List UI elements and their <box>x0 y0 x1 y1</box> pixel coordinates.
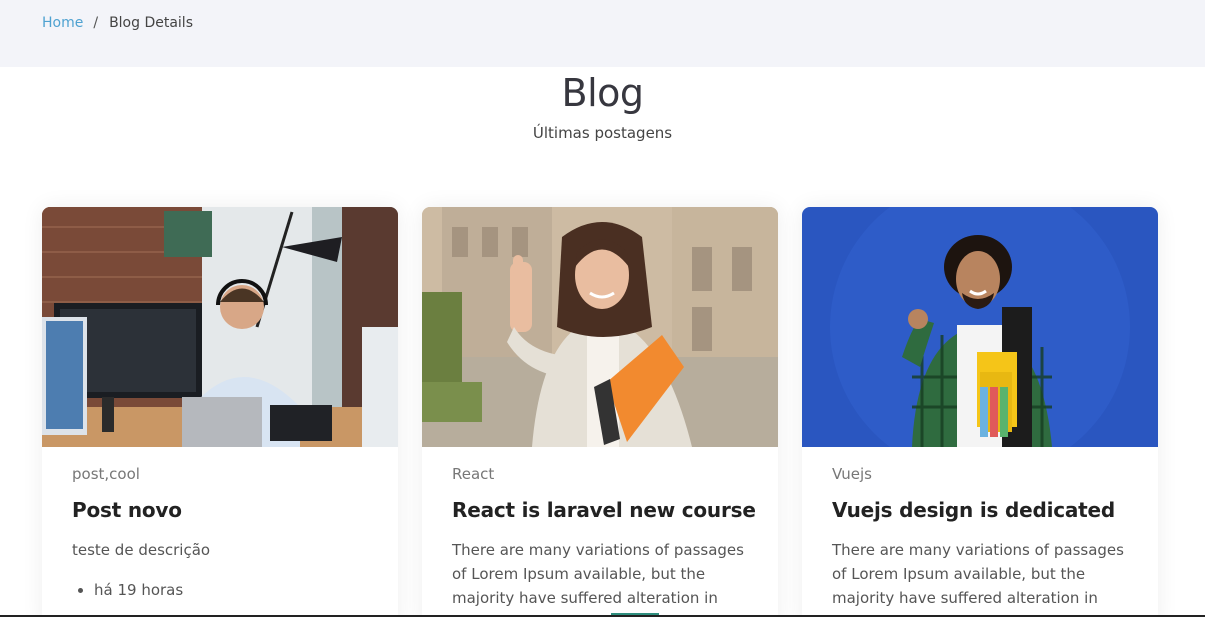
post-time: há 19 horas <box>94 578 368 602</box>
card-body: Vuejs Vuejs design is dedicated There ar… <box>802 447 1158 610</box>
breadcrumb-home-link[interactable]: Home <box>42 15 83 31</box>
post-description: There are many variations of passages of… <box>452 541 744 607</box>
post-title[interactable]: Vuejs design is dedicated <box>832 496 1128 524</box>
blog-card[interactable]: post,cool Post novo teste de descrição h… <box>42 207 398 617</box>
post-tags[interactable]: post,cool <box>72 463 368 485</box>
blog-section-header: Blog Últimas postagens <box>0 67 1205 142</box>
breadcrumb: Home / Blog Details <box>42 15 193 31</box>
blog-card[interactable]: React React is laravel new course There … <box>422 207 778 617</box>
blog-card[interactable]: Vuejs Vuejs design is dedicated There ar… <box>802 207 1158 617</box>
post-image-student-blue-background[interactable] <box>802 207 1158 447</box>
post-tags[interactable]: Vuejs <box>832 463 1128 485</box>
breadcrumb-separator: / <box>93 15 99 31</box>
card-body: React React is laravel new course There … <box>422 447 778 610</box>
post-title[interactable]: Post novo <box>72 496 368 524</box>
post-image-student-thumbs-up[interactable] <box>422 207 778 447</box>
page-title: Blog <box>561 71 645 115</box>
breadcrumb-current: Blog Details <box>109 15 193 31</box>
card-body: post,cool Post novo teste de descrição h… <box>42 447 398 602</box>
post-description: There are many variations of passages of… <box>832 541 1124 607</box>
post-title[interactable]: React is laravel new course <box>452 496 756 524</box>
post-tags[interactable]: React <box>452 463 748 485</box>
page-subtitle: Últimas postagens <box>532 124 673 142</box>
post-description: teste de descrição <box>72 541 211 559</box>
scroll-marker <box>611 613 659 615</box>
post-meta-list: há 19 horas <box>72 578 368 602</box>
post-image-office[interactable] <box>42 207 398 447</box>
breadcrumb-bar: Home / Blog Details <box>0 0 1205 67</box>
